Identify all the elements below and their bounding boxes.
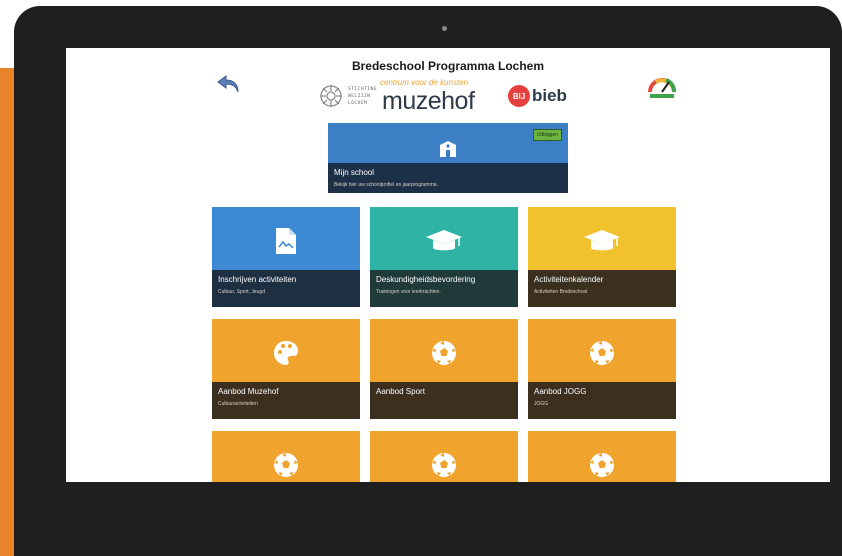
tile-inschrijven-activiteiten[interactable]: Inschrijven activiteiten Cultuur, Sport,…	[212, 207, 360, 307]
tile-title: Inschrijven activiteiten	[218, 275, 297, 284]
tile-aanbod-muzehof[interactable]: Aanbod Muzehof Cultuuractiviteiten	[212, 319, 360, 419]
tile-aanbod-sport[interactable]: Aanbod Sport	[370, 319, 518, 419]
tile-title: Aanbod JOGG	[534, 387, 587, 396]
stichting-line-2: WELZIJN	[348, 93, 371, 99]
tile-subtitle: Activiteiten Bredeschool	[534, 289, 588, 295]
laptop-frame: Bredeschool Programma Lochem STICHTING W…	[14, 6, 842, 556]
graduation-cap-icon	[426, 230, 462, 251]
stichting-text: STICHTING WELZIJN LOCHEM	[348, 86, 376, 107]
tile-subtitle: Cultuuractiviteiten	[218, 401, 258, 407]
tile-row3-2[interactable]	[370, 431, 518, 482]
muzehof-logo: centrum voor de kunsten muzehof	[380, 78, 500, 115]
my-school-title: Mijn school	[334, 168, 375, 177]
partner-logos: STICHTING WELZIJN LOCHEM centrum voor de…	[318, 78, 567, 115]
document-icon	[276, 228, 296, 254]
tile-title: Aanbod Muzehof	[218, 387, 279, 396]
bieb-wordmark: bieb	[532, 86, 567, 105]
tile-title: Activiteitenkalender	[534, 275, 604, 284]
stichting-logo: STICHTING WELZIJN LOCHEM	[318, 83, 376, 109]
tile-caption: Aanbod JOGG JOGG	[528, 382, 676, 419]
tile-subtitle: Cultuur, Sport, Jeugd	[218, 289, 265, 295]
soccer-ball-icon	[590, 453, 614, 477]
school-icon	[440, 141, 456, 157]
webcam-dot	[442, 26, 447, 31]
back-arrow-icon[interactable]	[216, 73, 242, 95]
tile-caption: Deskundigheidsbevordering Trainingen voo…	[370, 270, 518, 307]
tile-aanbod-jogg[interactable]: Aanbod JOGG JOGG	[528, 319, 676, 419]
muzehof-tagline: centrum voor de kunsten	[380, 78, 469, 87]
tile-title: Deskundigheidsbevordering	[376, 275, 476, 284]
my-school-subtitle: Bekijk hier uw schoolprofiel en jaarprog…	[334, 182, 438, 188]
my-school-tile[interactable]: Uitloggen Mijn school Bekijk hier uw sch…	[328, 123, 568, 193]
soccer-ball-icon	[432, 453, 456, 477]
tile-caption: Aanbod Sport	[370, 382, 518, 419]
bieb-badge: BIJ	[508, 85, 530, 107]
stichting-line-1: STICHTING	[348, 86, 377, 92]
tile-activiteitenkalender[interactable]: Activiteitenkalender Activiteiten Bredes…	[528, 207, 676, 307]
tile-row3-1[interactable]	[212, 431, 360, 482]
screen: Bredeschool Programma Lochem STICHTING W…	[66, 48, 830, 482]
tile-title: Aanbod Sport	[376, 387, 425, 396]
my-school-caption: Mijn school Bekijk hier uw schoolprofiel…	[328, 163, 568, 193]
bieb-logo: BIJ bieb	[508, 85, 567, 107]
tile-deskundigheidsbevordering[interactable]: Deskundigheidsbevordering Trainingen voo…	[370, 207, 518, 307]
page-title: Bredeschool Programma Lochem	[351, 59, 545, 73]
tile-caption: Activiteitenkalender Activiteiten Bredes…	[528, 270, 676, 307]
stichting-emblem-icon	[320, 85, 342, 107]
tile-caption: Inschrijven activiteiten Cultuur, Sport,…	[212, 270, 360, 307]
soccer-ball-icon	[274, 453, 298, 477]
logout-button[interactable]: Uitloggen	[532, 129, 562, 141]
soccer-ball-icon	[590, 341, 614, 365]
graduation-cap-icon	[584, 230, 620, 251]
tile-row3-3[interactable]	[528, 431, 676, 482]
muzehof-wordmark: muzehof	[382, 87, 475, 115]
tile-caption: Aanbod Muzehof Cultuuractiviteiten	[212, 382, 360, 419]
soccer-ball-icon	[432, 341, 456, 365]
palette-icon	[274, 341, 298, 365]
tile-subtitle: Trainingen voor leerkrachten.	[376, 289, 441, 295]
rating-gauge-icon	[648, 78, 676, 98]
tile-subtitle: JOGG	[534, 401, 549, 407]
stichting-line-3: LOCHEM	[348, 100, 368, 106]
